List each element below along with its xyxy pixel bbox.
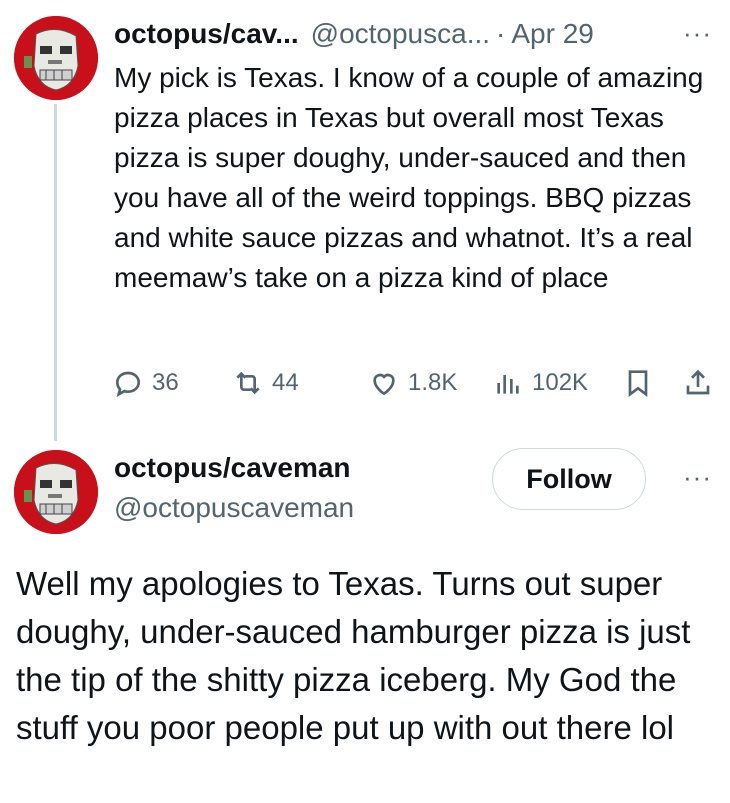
repost-icon	[236, 371, 260, 395]
skull-avatar-image	[14, 16, 98, 100]
heart-icon	[373, 373, 395, 396]
thread-connector-line	[54, 104, 57, 441]
skull-avatar-image	[14, 450, 98, 534]
user-handle[interactable]: @octopuscaveman	[114, 492, 354, 524]
bookmark-icon	[628, 370, 648, 397]
share-button[interactable]	[682, 367, 714, 399]
more-options-icon[interactable]: ···	[683, 20, 712, 46]
views-button[interactable]: 102K	[492, 367, 588, 399]
display-name[interactable]: octopus/cav...	[114, 18, 299, 50]
views-count: 102K	[532, 369, 589, 396]
share-icon	[686, 369, 710, 395]
reply-icon	[115, 371, 141, 398]
display-name[interactable]: octopus/caveman	[114, 452, 351, 484]
tweet-text: My pick is Texas. I know of a couple of …	[114, 62, 704, 293]
avatar[interactable]	[14, 16, 98, 100]
reply-count: 36	[152, 369, 179, 396]
tweet-date[interactable]: Apr 29	[511, 18, 594, 50]
separator-dot: ·	[496, 18, 506, 49]
tweet-text: Well my apologies to Texas. Turns out su…	[16, 565, 691, 746]
tweet-header: octopus/cav... @octopusca... · Apr 29	[114, 16, 710, 52]
follow-button[interactable]: Follow	[492, 448, 646, 510]
reply-button[interactable]: 36	[112, 367, 179, 399]
more-options-icon[interactable]: ···	[683, 464, 712, 490]
avatar[interactable]	[14, 450, 98, 534]
repost-count: 44	[272, 369, 299, 396]
like-count: 1.8K	[408, 369, 458, 396]
user-handle[interactable]: @octopusca...	[311, 18, 490, 50]
like-button[interactable]: 1.8K	[368, 367, 457, 399]
repost-button[interactable]: 44	[232, 367, 299, 399]
bookmark-button[interactable]	[622, 367, 654, 399]
tweet-actions: 36 44 1.8K 102K	[112, 364, 722, 402]
bar-chart-icon	[497, 375, 519, 394]
